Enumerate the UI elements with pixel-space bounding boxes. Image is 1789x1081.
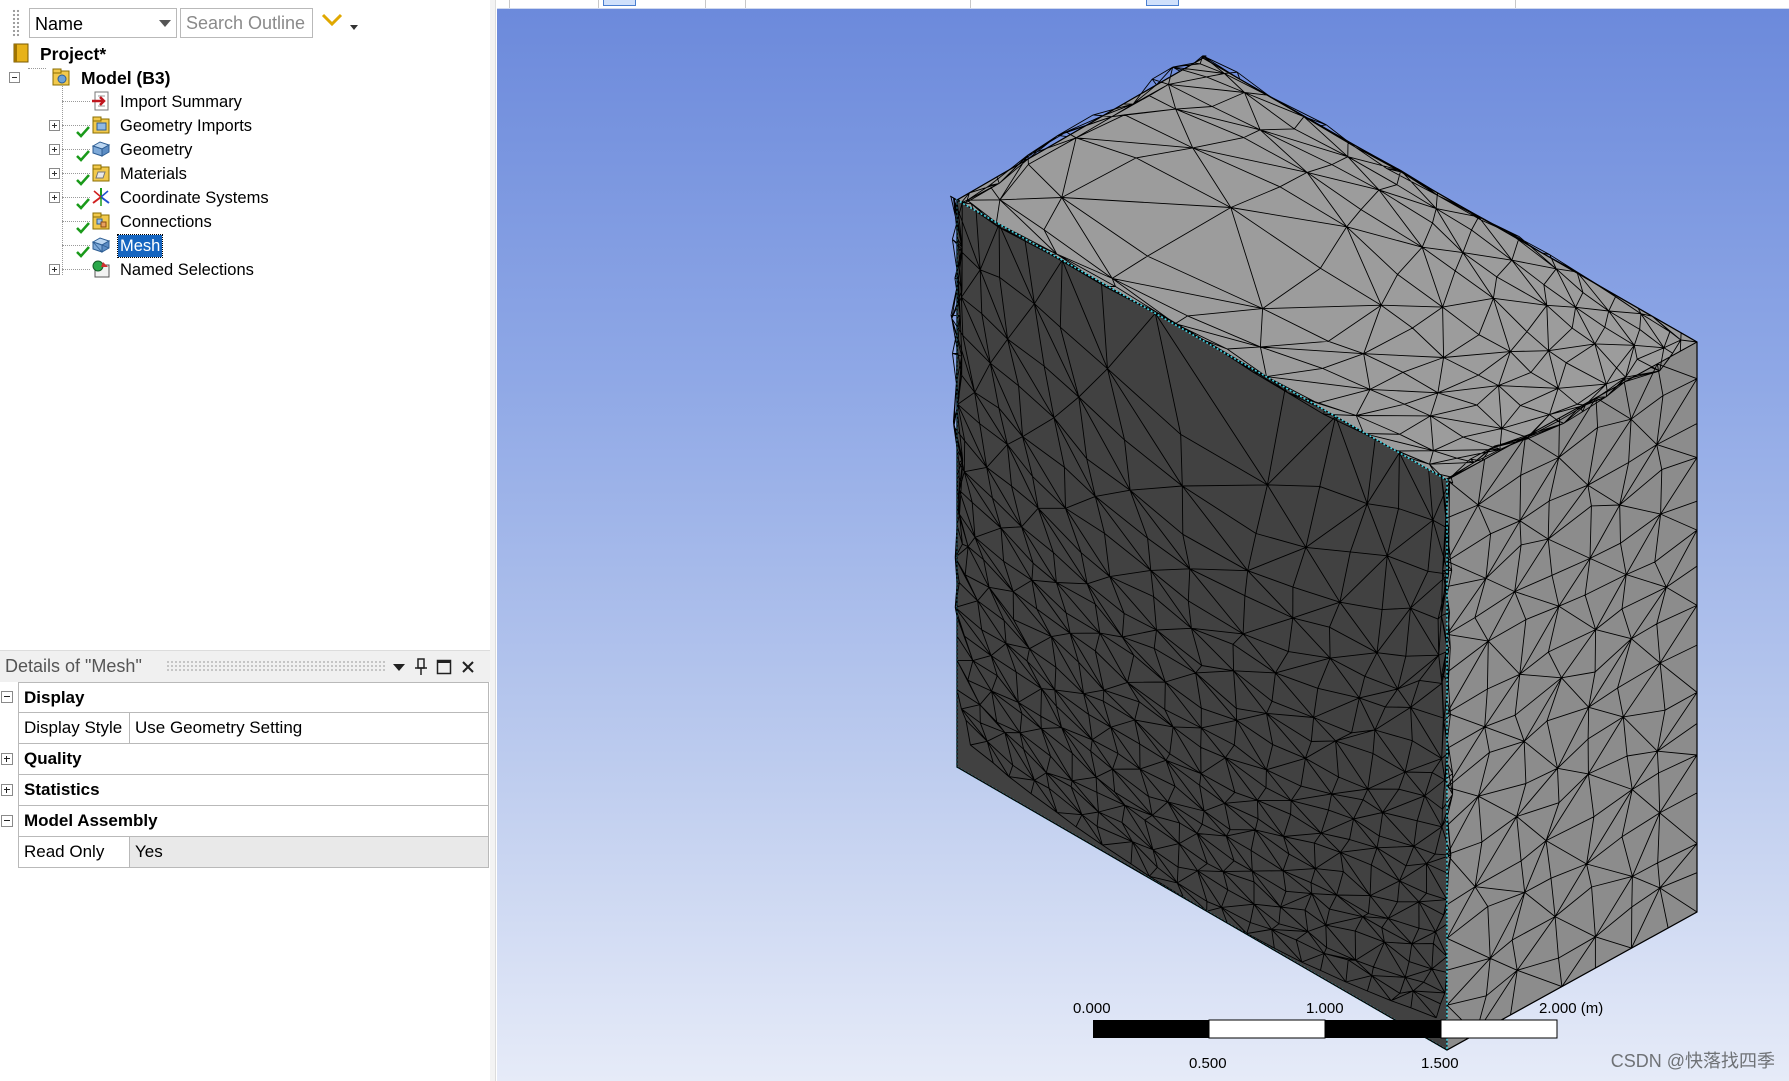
tree-item-materials[interactable]: Materials (0, 162, 220, 186)
collapse-toggle[interactable] (1, 691, 13, 703)
details-title: Details of "Mesh" (5, 656, 142, 676)
category-label: Statistics (24, 780, 100, 799)
left-panel: Name Project* (0, 0, 490, 1081)
readonly-value-bg (130, 837, 488, 867)
filter-chevron-icon[interactable] (320, 11, 344, 29)
category-label: Display (24, 688, 85, 707)
mesh-icon (91, 237, 111, 253)
project-icon (13, 43, 29, 63)
filter-dropdown-icon[interactable] (350, 25, 358, 30)
expand-toggle[interactable] (1, 753, 13, 765)
expand-toggle[interactable] (49, 168, 60, 179)
import-summary-icon (92, 91, 109, 111)
property-display-style[interactable]: Display Style Use Geometry Setting (18, 713, 489, 744)
tree-item-mesh[interactable]: Mesh (0, 234, 200, 258)
category-label: Quality (24, 749, 82, 768)
expand-toggle[interactable] (49, 120, 60, 131)
chevron-down-icon (159, 20, 171, 27)
checkmark-icon (76, 222, 90, 234)
checkmark-icon (76, 174, 90, 186)
expand-toggle[interactable] (1, 784, 13, 796)
property-read-only[interactable]: Read Only Yes (18, 837, 489, 868)
tree-item-label: Mesh (116, 234, 164, 258)
tree-item-label: Geometry Imports (120, 117, 253, 135)
tree-item-label: Import Summary (120, 93, 242, 111)
category-display[interactable]: Display (18, 682, 489, 713)
tree-item-import-summary[interactable]: Import Summary (0, 90, 260, 114)
column-divider (129, 837, 130, 867)
column-divider (129, 713, 130, 743)
tree-item-label: Connections (120, 213, 212, 231)
scale-segment (1093, 1020, 1209, 1038)
tree-item-coordinate-systems[interactable]: Coordinate Systems (0, 186, 280, 210)
property-label: Display Style (24, 718, 123, 737)
checkmark-icon (76, 150, 90, 162)
model-icon (52, 68, 70, 86)
property-value: Yes (135, 842, 163, 861)
close-icon[interactable] (458, 657, 478, 677)
details-grip[interactable] (166, 660, 386, 672)
scale-label: 0.000 (1073, 1000, 1111, 1017)
expand-toggle[interactable] (49, 144, 60, 155)
tree-item-label: Materials (120, 165, 187, 183)
category-label: Model Assembly (24, 811, 158, 830)
scale-bar: 0.000 1.000 2.000 (m) 0.500 1.500 (1073, 1000, 1603, 1072)
scale-label: 2.000 (m) (1539, 1000, 1603, 1017)
maximize-icon[interactable] (434, 657, 454, 677)
tree-item-label: Named Selections (120, 261, 254, 279)
scale-segment (1208, 1019, 1326, 1039)
collapse-toggle[interactable] (9, 72, 20, 83)
graphics-viewport[interactable]: 0.000 1.000 2.000 (m) 0.500 1.500 CSDN @… (497, 0, 1789, 1081)
geometry-icon (91, 141, 111, 157)
tree-item-named-selections[interactable]: Named Selections (0, 258, 270, 282)
scale-segment (1440, 1019, 1558, 1039)
watermark-text: CSDN @快落找四季 (1610, 1051, 1775, 1071)
search-outline-input[interactable] (181, 9, 312, 37)
expand-toggle[interactable] (49, 264, 60, 275)
tree-item-connections[interactable]: Connections (0, 210, 240, 234)
property-value[interactable]: Use Geometry Setting (135, 718, 302, 738)
property-label: Read Only (24, 842, 105, 861)
checkmark-icon (76, 246, 90, 258)
column-selector-value: Name (35, 14, 84, 34)
details-panel-header: Details of "Mesh" (0, 650, 490, 682)
scale-label: 0.500 (1189, 1055, 1227, 1072)
collapse-toggle[interactable] (1, 815, 13, 827)
pin-icon[interactable] (411, 657, 431, 677)
tree-item-model[interactable]: Model (B3) (0, 66, 220, 90)
column-selector-dropdown[interactable]: Name (29, 8, 177, 38)
tree-item-label: Project* (40, 44, 107, 64)
tree-item-label: Model (B3) (81, 68, 171, 88)
tree-item-label: Geometry (120, 141, 193, 159)
outline-toolbar: Name (0, 5, 490, 39)
connections-icon (92, 212, 110, 230)
named-selections-icon (92, 260, 110, 278)
scale-segment (1325, 1020, 1441, 1038)
materials-icon (92, 164, 110, 182)
coordinate-systems-icon (92, 188, 110, 206)
scale-label: 1.000 (1306, 1000, 1344, 1017)
category-quality[interactable]: Quality (18, 744, 489, 775)
expand-toggle[interactable] (49, 192, 60, 203)
checkmark-icon (76, 126, 90, 138)
tree-item-geometry[interactable]: Geometry (0, 138, 220, 162)
toolbar-grip[interactable] (12, 9, 20, 37)
geometry-imports-icon (92, 116, 110, 134)
checkmark-icon (76, 198, 90, 210)
chevron-down-icon[interactable] (389, 657, 409, 677)
category-statistics[interactable]: Statistics (18, 775, 489, 806)
search-outline-input-wrap[interactable] (180, 8, 313, 38)
tree-item-project[interactable]: Project* (0, 42, 200, 66)
scale-label: 1.500 (1421, 1055, 1459, 1072)
category-model-assembly[interactable]: Model Assembly (18, 806, 489, 837)
panel-splitter[interactable] (490, 0, 496, 1081)
tree-item-geometry-imports[interactable]: Geometry Imports (0, 114, 270, 138)
tree-item-label: Coordinate Systems (120, 189, 269, 207)
mesh-model-view[interactable]: 0.000 1.000 2.000 (m) 0.500 1.500 (497, 0, 1789, 1081)
